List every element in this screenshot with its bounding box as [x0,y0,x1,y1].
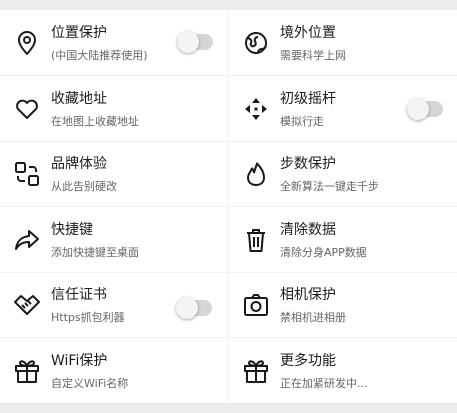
feature-title: WiFi保护 [51,353,108,369]
feature-title: 境外位置 [280,25,336,41]
toggle-knob [177,31,199,53]
feature-location-protect[interactable]: 位置保护 (中国大陆推荐使用) [0,10,228,76]
move-arrows-icon [242,95,270,123]
feature-subtitle: 正在加紧研发中... [280,377,368,390]
joystick-toggle[interactable] [407,98,443,120]
heart-icon [13,95,41,123]
feature-subtitle: 需要科学上网 [280,49,346,62]
feature-title: 信任证书 [51,287,107,303]
feature-title: 清除数据 [280,222,336,238]
feature-wifi-protect[interactable]: WiFi保护 自定义WiFi名称 [0,338,228,404]
feature-camera-protect[interactable]: 相机保护 禁相机进相册 [229,272,457,338]
feature-title: 更多功能 [280,353,336,369]
feature-subtitle: 从此告别硬改 [51,180,117,193]
feature-subtitle: 在地图上收藏地址 [51,115,139,128]
feature-more[interactable]: 更多功能 正在加紧研发中... [229,338,457,404]
feature-title: 初级摇杆 [280,91,336,107]
trust-certificate-toggle[interactable] [176,297,212,319]
feature-subtitle: 清除分身APP数据 [280,246,367,259]
share-arrow-icon [13,226,41,254]
feature-title: 快捷键 [51,222,93,238]
row-divider [0,206,457,207]
feature-subtitle: 自定义WiFi名称 [51,377,129,390]
feature-brand-experience[interactable]: 品牌体验 从此告别硬改 [0,141,228,207]
trash-icon [242,226,270,254]
feature-title: 相机保护 [280,287,336,303]
row-divider [0,141,457,142]
feature-title: 步数保护 [280,156,336,172]
gift-icon [13,357,41,385]
feature-subtitle: 禁相机进相册 [280,311,346,324]
top-bar [0,0,457,10]
row-divider [0,337,457,338]
location-protect-toggle[interactable] [177,31,213,53]
gift-icon [242,357,270,385]
toggle-knob [407,98,429,120]
feature-overseas-location[interactable]: 境外位置 需要科学上网 [229,10,457,76]
feature-trust-certificate[interactable]: 信任证书 Https抓包利器 [0,272,228,338]
feature-clear-data[interactable]: 清除数据 清除分身APP数据 [229,207,457,273]
feature-subtitle: 全新算法一键走千步 [280,180,379,193]
location-pin-icon [13,29,41,57]
feature-subtitle: 添加快捷键至桌面 [51,246,139,259]
feature-step-protect[interactable]: 步数保护 全新算法一键走千步 [229,141,457,207]
feature-favorite-address[interactable]: 收藏地址 在地图上收藏地址 [0,76,228,142]
feature-subtitle: Https抓包利器 [51,311,125,324]
bottom-bar [0,403,457,413]
feature-title: 品牌体验 [51,156,107,172]
globe-icon [242,29,270,57]
feature-title: 收藏地址 [51,91,107,107]
feature-subtitle: (中国大陆推荐使用) [51,49,148,62]
handshake-icon [13,291,41,319]
row-divider [0,75,457,76]
feature-shortcut[interactable]: 快捷键 添加快捷键至桌面 [0,207,228,273]
toggle-knob [176,297,198,319]
feature-title: 位置保护 [51,25,107,41]
feature-joystick[interactable]: 初级摇杆 模拟行走 [229,76,457,142]
brand-squares-icon [13,160,41,188]
flame-icon [242,160,270,188]
camera-icon [242,291,270,319]
row-divider [0,272,457,273]
feature-subtitle: 模拟行走 [280,115,324,128]
